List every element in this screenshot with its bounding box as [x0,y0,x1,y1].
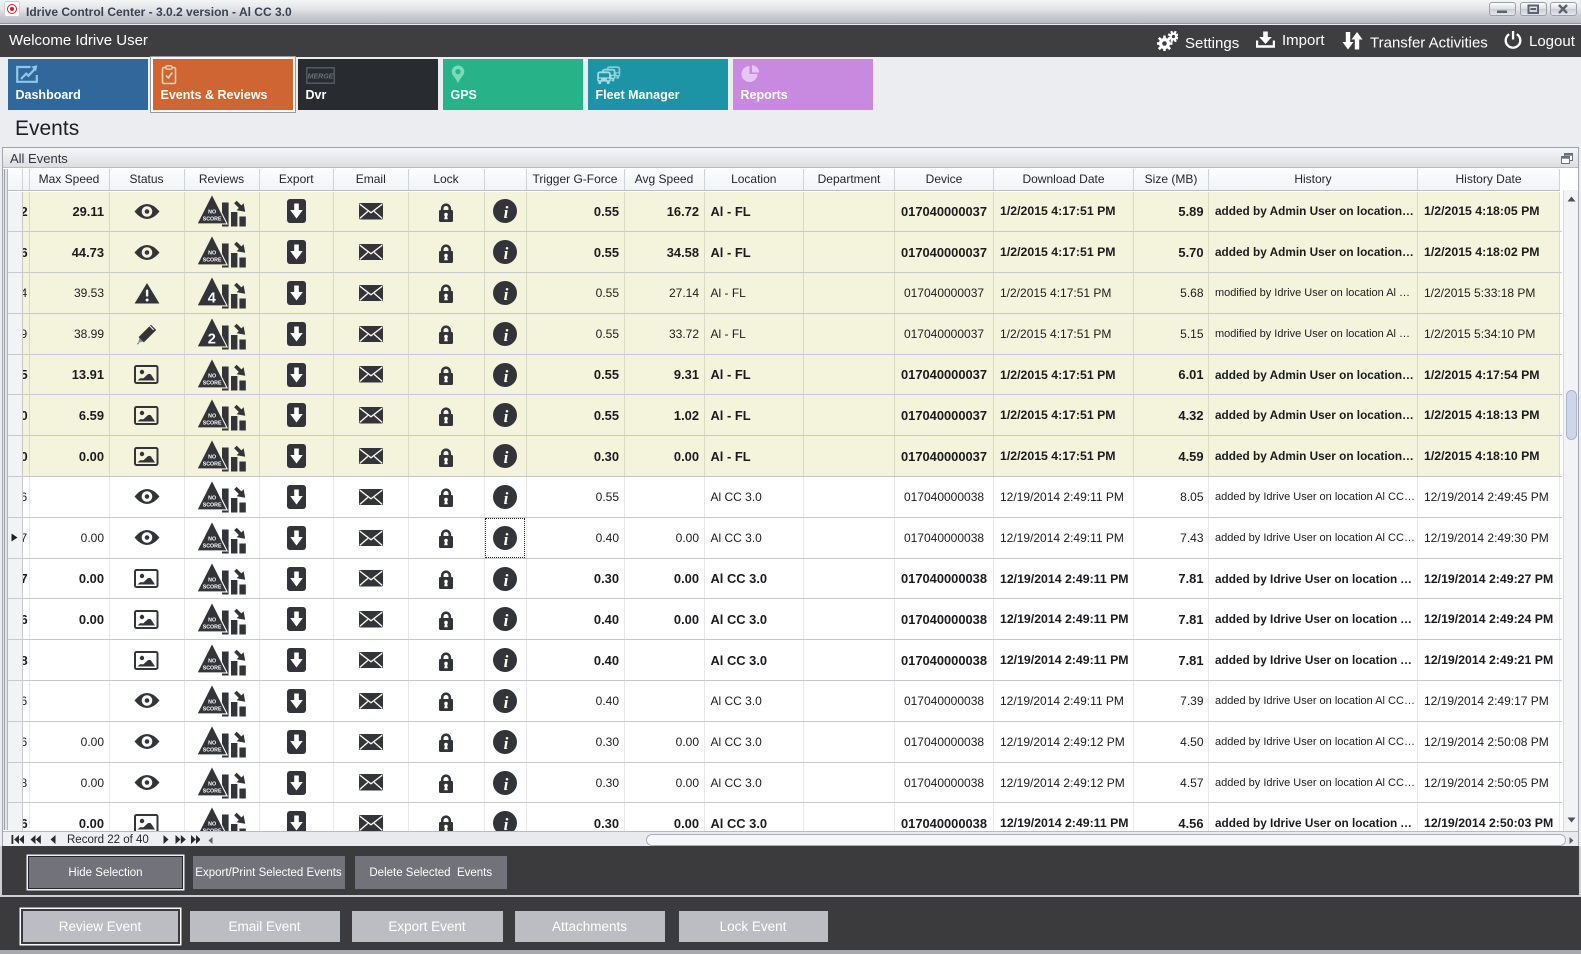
svg-text:NO: NO [208,781,216,787]
svg-text:NO: NO [208,455,216,461]
svg-text:NO: NO [208,536,216,542]
svg-text:NO: NO [208,618,216,624]
svg-text:i: i [504,203,509,222]
svg-text:NO: NO [208,822,216,828]
svg-text:i: i [504,367,509,386]
svg-text:i: i [504,652,509,671]
svg-text:i: i [504,326,509,345]
svg-text:i: i [504,693,509,712]
svg-text:SCORE: SCORE [202,666,221,672]
svg-text:NO: NO [208,659,216,665]
svg-text:NO: NO [208,740,216,746]
svg-text:SCORE: SCORE [202,421,221,427]
svg-text:SCORE: SCORE [202,503,221,509]
svg-text:i: i [504,734,509,753]
svg-text:i: i [504,244,509,263]
svg-text:i: i [504,571,509,590]
svg-text:SCORE: SCORE [202,788,221,794]
svg-text:NO: NO [208,577,216,583]
svg-text:2: 2 [207,331,215,347]
svg-text:NO: NO [208,699,216,705]
svg-text:4: 4 [207,291,215,307]
svg-text:i: i [504,775,509,794]
svg-text:SCORE: SCORE [202,258,221,264]
svg-text:NO: NO [208,210,216,216]
svg-text:i: i [504,448,509,467]
svg-text:i: i [504,530,509,549]
svg-text:NO: NO [208,495,216,501]
svg-text:SCORE: SCORE [202,584,221,590]
svg-text:SCORE: SCORE [202,707,221,713]
svg-text:i: i [504,611,509,630]
svg-text:SCORE: SCORE [202,625,221,631]
svg-text:MERGE: MERGE [307,74,333,81]
svg-text:SCORE: SCORE [202,217,221,223]
svg-text:SCORE: SCORE [202,462,221,468]
svg-text:SCORE: SCORE [202,380,221,386]
svg-text:NO: NO [208,373,216,379]
svg-text:NO: NO [208,414,216,420]
svg-text:i: i [504,815,509,831]
svg-text:i: i [504,285,509,304]
svg-text:i: i [504,489,509,508]
svg-text:i: i [504,407,509,426]
svg-text:SCORE: SCORE [202,747,221,753]
svg-text:SCORE: SCORE [202,543,221,549]
svg-text:NO: NO [208,251,216,257]
